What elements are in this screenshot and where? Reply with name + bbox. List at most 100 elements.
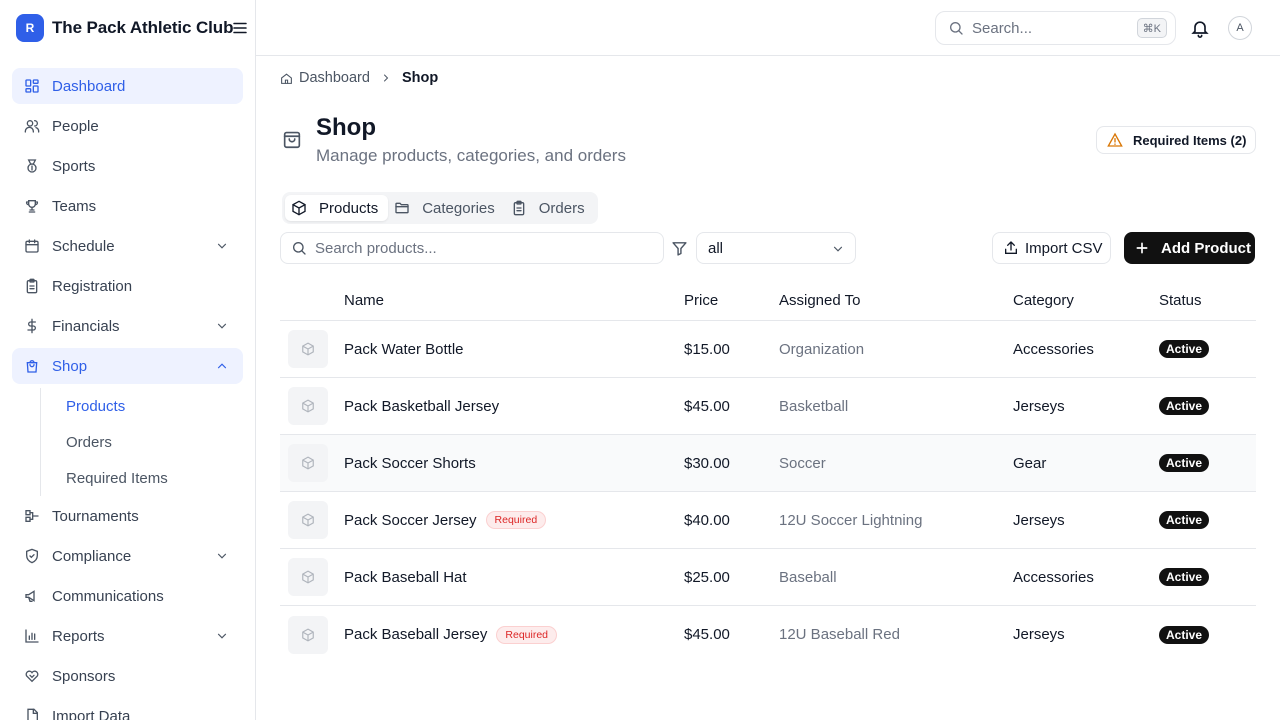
sidebar-item-sports[interactable]: Sports (12, 148, 243, 184)
tab-products[interactable]: Products (285, 195, 389, 221)
sidebar-item-reports[interactable]: Reports (12, 618, 243, 654)
sidebar-item-registration[interactable]: Registration (12, 268, 243, 304)
sidebar-item-label: Import Data (52, 707, 131, 720)
sidebar-item-schedule[interactable]: Schedule (12, 228, 243, 264)
sidebar-item-tournaments[interactable]: Tournaments (12, 498, 243, 534)
add-product-button[interactable]: Add Product (1124, 232, 1255, 264)
trophy-icon (24, 198, 40, 214)
table-row[interactable]: Pack Basketball Jersey $45.00 Basketball… (280, 378, 1256, 435)
clipboard-icon (24, 278, 40, 294)
subnav-item-required-items[interactable]: Required Items (41, 460, 243, 496)
required-items-label: Required Items (2) (1133, 132, 1247, 148)
filter-icon[interactable] (671, 240, 688, 257)
column-header-name[interactable]: Name (344, 292, 684, 309)
product-assigned-to: 12U Soccer Lightning (779, 511, 923, 529)
upload-icon (1003, 240, 1019, 256)
product-thumbnail (288, 444, 328, 482)
sidebar-item-label: Teams (52, 197, 97, 215)
table-row[interactable]: Pack Water Bottle $15.00 Organization Ac… (280, 321, 1256, 378)
import-csv-button[interactable]: Import CSV (992, 232, 1111, 264)
chevron-down-icon (215, 629, 229, 643)
status-badge: Active (1159, 511, 1210, 529)
column-header-status[interactable]: Status (1159, 292, 1256, 309)
table-header: Name Price Assigned To Category Status (280, 280, 1256, 321)
subnav-item-products[interactable]: Products (41, 388, 243, 424)
sidebar-item-financials[interactable]: Financials (12, 308, 243, 344)
sidebar-item-sponsors[interactable]: Sponsors (12, 658, 243, 694)
calendar-icon (24, 238, 40, 254)
product-assigned-to: 12U Baseball Red (779, 626, 900, 643)
table-row[interactable]: Pack Soccer Jersey Required $40.00 12U So… (280, 492, 1256, 549)
sidebar: R The Pack Athletic Club Dashboard Peopl… (0, 0, 256, 720)
column-header-price[interactable]: Price (684, 292, 779, 309)
status-badge: Active (1159, 397, 1210, 415)
sidebar-item-people[interactable]: People (12, 108, 243, 144)
status-badge: Active (1159, 340, 1210, 358)
bell-icon[interactable] (1190, 18, 1210, 38)
table-row[interactable]: Pack Baseball Hat $25.00 Baseball Access… (280, 549, 1256, 606)
tab-categories[interactable]: Categories (388, 195, 505, 221)
sidebar-item-label: Shop (52, 357, 88, 375)
home-icon (280, 72, 293, 85)
required-tag: Required (485, 511, 547, 529)
chevron-down-icon (215, 549, 229, 563)
product-name: Pack Baseball Jersey (344, 626, 488, 643)
column-header-category[interactable]: Category (1013, 292, 1159, 309)
column-header-assigned-to[interactable]: Assigned To (779, 292, 1013, 309)
tab-orders[interactable]: Orders (505, 195, 595, 221)
search-icon (291, 240, 307, 256)
sidebar-item-label: Tournaments (52, 507, 139, 525)
product-thumbnail (288, 558, 328, 596)
table-row[interactable]: Pack Baseball Jersey Required $45.00 12U … (280, 606, 1256, 663)
subnav-item-orders[interactable]: Orders (41, 424, 243, 460)
breadcrumb: Dashboard Shop (280, 69, 438, 87)
sidebar-item-compliance[interactable]: Compliance (12, 538, 243, 574)
sidebar-item-import-data[interactable]: Import Data (12, 698, 243, 720)
sidebar-nav: Dashboard People Sports Teams Schedule R… (12, 68, 243, 720)
sidebar-item-shop[interactable]: Shop (12, 348, 243, 384)
sidebar-item-label: Dashboard (52, 77, 126, 95)
sidebar-item-label: Communications (52, 587, 164, 605)
product-assigned-to: Organization (779, 340, 865, 358)
product-category: Jerseys (1013, 626, 1065, 643)
sidebar-item-dashboard[interactable]: Dashboard (12, 68, 243, 104)
breadcrumb-link-dashboard[interactable]: Dashboard (299, 70, 370, 86)
table-row[interactable]: Pack Soccer Shorts $30.00 Soccer Gear Ac… (280, 435, 1256, 492)
filter-select[interactable]: all (696, 232, 856, 264)
dollar-icon (24, 318, 40, 334)
product-name: Pack Basketball Jersey (344, 397, 500, 415)
box-icon (301, 456, 315, 470)
shop-subnav: Products Orders Required Items (40, 388, 243, 496)
box-icon (301, 342, 315, 356)
shopping-bag-icon (24, 358, 40, 374)
product-category: Accessories (1013, 340, 1094, 358)
box-icon (301, 570, 315, 584)
sidebar-item-communications[interactable]: Communications (12, 578, 243, 614)
product-assigned-to: Baseball (779, 568, 837, 586)
product-name: Pack Water Bottle (344, 340, 464, 358)
product-category: Jerseys (1013, 397, 1065, 415)
add-product-label: Add Product (1161, 239, 1251, 257)
handshake-icon (24, 668, 40, 684)
sidebar-item-label: Financials (52, 317, 120, 335)
sidebar-item-label: Sponsors (52, 667, 116, 685)
brand[interactable]: R The Pack Athletic Club (16, 14, 233, 42)
required-items-button[interactable]: Required Items (2) (1096, 126, 1256, 154)
avatar[interactable]: A (1228, 16, 1252, 40)
sidebar-item-teams[interactable]: Teams (12, 188, 243, 224)
clipboard-icon (511, 200, 527, 216)
product-thumbnail (288, 501, 328, 539)
global-search-input[interactable]: Search... ⌘K (935, 11, 1176, 45)
product-category: Gear (1013, 454, 1047, 472)
product-search-input[interactable]: Search products... (280, 232, 664, 264)
page-title: Shop (316, 114, 376, 141)
shop-tabs: Products Categories Orders (282, 192, 598, 224)
search-placeholder: Search... (972, 19, 1033, 37)
product-price: $40.00 (684, 511, 730, 529)
product-price: $25.00 (684, 568, 730, 586)
bracket-icon (24, 508, 40, 524)
breadcrumb-current: Shop (401, 70, 439, 86)
top-bar: Search... ⌘K A (256, 0, 1280, 56)
menu-toggle-icon[interactable] (231, 19, 249, 37)
filter-select-value: all (708, 239, 724, 257)
